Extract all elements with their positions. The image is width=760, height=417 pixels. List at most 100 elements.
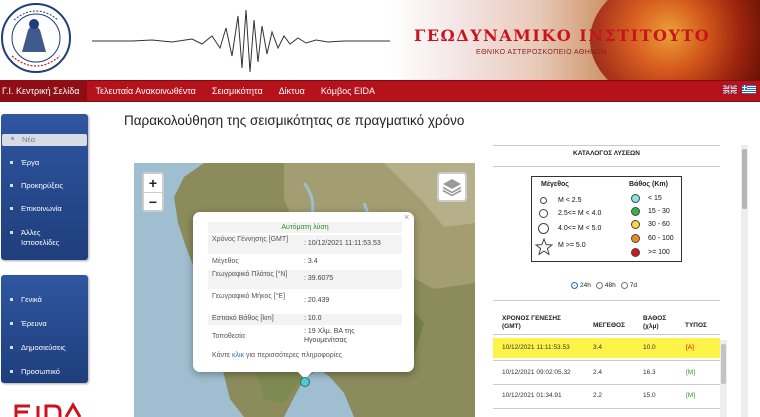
map-layers-button[interactable] [437, 172, 467, 202]
panel-scrollbar[interactable] [741, 145, 748, 417]
sidebar-item-news[interactable]: Νέα [2, 134, 87, 146]
popup-row-magnitude: Μέγεθος : 3.4 [208, 257, 402, 268]
sidebar-item-staff[interactable]: Προσωπικό [1, 367, 88, 377]
column-header-depth: ΒΑΘΟΣ (χλμ) [643, 315, 667, 330]
filter-24h[interactable]: 24h [571, 282, 591, 289]
cell-type: [M] [686, 369, 696, 376]
map-zoom-control: + − [142, 172, 164, 212]
popup-title: Αυτόματη λύση [208, 222, 402, 233]
popup-key: Χρόνος Γέννησης [GMT] [212, 236, 289, 243]
legend-depth-3: 30 - 60 [648, 221, 670, 228]
popup-value: : 20.439 [304, 297, 330, 304]
popup-key: Μέγεθος [212, 258, 239, 265]
popup-value: : 3.4 [304, 258, 318, 265]
panel-scrollbar-thumb[interactable] [742, 149, 747, 209]
radio-icon[interactable] [595, 282, 603, 289]
cell-depth: 16.3 [643, 369, 656, 376]
filter-label: 24h [580, 282, 591, 289]
magnitude-small-icon [540, 197, 547, 204]
more-info-link[interactable]: κλικ [232, 352, 244, 359]
star-icon [535, 238, 553, 256]
page-title: Παρακολούθηση της σεισμικότητας σε πραγμ… [124, 113, 465, 128]
popup-row-longitude: Γεωγραφικό Μήκος [°E] : 20.439 [208, 292, 402, 311]
radio-icon[interactable] [571, 282, 578, 289]
nav-latest-announcements[interactable]: Τελευταία Ανακοινωθέντα [87, 80, 203, 102]
legend-depth-5: >= 100 [648, 249, 670, 256]
sidebar-item-announcements[interactable]: Προκηρύξεις [1, 181, 88, 191]
observatory-seal-logo[interactable] [0, 0, 80, 80]
divider [493, 166, 720, 167]
depth-color-2 [631, 207, 640, 216]
popup-row-origin-time: Χρόνος Γέννησης [GMT] : 10/12/2021 11:11… [208, 235, 402, 254]
cell-depth: 10.0 [643, 344, 656, 351]
earthquake-marker[interactable] [300, 377, 310, 387]
depth-color-5 [631, 248, 640, 257]
sidebar-item-other-sites[interactable]: Άλλες Ιστοσελίδες [1, 228, 73, 248]
popup-row-latitude: Γεωγραφικό Πλάτος [°N] : 39.6075 [208, 270, 402, 289]
cell-type: [M] [686, 392, 696, 399]
table-row[interactable]: 10/12/2021 11:11:53.53 3.4 10.0 [A] [493, 338, 720, 358]
sidebar-item-publications[interactable]: Δημοσιεύσεις [1, 343, 88, 353]
cell-magnitude: 3.4 [593, 344, 603, 351]
sidebar-item-contact[interactable]: Επικοινωνία [1, 204, 88, 214]
cell-magnitude: 2.4 [593, 369, 603, 376]
legend-mag-2: 2.5<= M < 4.0 [558, 210, 602, 217]
nav-networks[interactable]: Δίκτυα [271, 80, 313, 102]
filter-7d[interactable]: 7d [620, 282, 637, 289]
column-header-type: ΤΥΠΟΣ [685, 322, 707, 329]
magnitude-medium-icon [539, 209, 548, 218]
more-suffix: για περισσότερες πληροφορίες [244, 352, 342, 359]
seismogram-graphic [92, 9, 392, 73]
magnitude-large-icon [538, 223, 549, 234]
nav-eida-node[interactable]: Κόμβος EIDA [313, 80, 383, 102]
popup-value: : 39.6075 [304, 275, 334, 282]
greek-flag-icon[interactable] [742, 85, 756, 94]
cell-time: 10/12/2021 01:34.91 [502, 392, 562, 399]
column-header-magnitude: ΜΕΓΕΘΟΣ [593, 322, 626, 329]
depth-color-3 [631, 220, 640, 229]
cell-time: 10/12/2021 09:02:05.32 [502, 369, 571, 376]
divider [493, 334, 720, 335]
top-navigation: Γ.Ι. Κεντρική Σελίδα Τελευταία Ανακοινωθ… [0, 80, 760, 102]
popup-value: : 10.0 [304, 315, 322, 322]
legend-depth-4: 60 - 100 [648, 235, 674, 242]
institute-title: ΓΕΩΔΥΝΑΜΙΚΟ ΙΝΣΤΙΤΟΥΤΟ [414, 26, 711, 45]
partial-logo-graphic [14, 402, 82, 417]
catalog-title: ΚΑΤΑΛΟΓΟΣ ΛΥΣΕΩΝ [573, 150, 640, 157]
nav-home[interactable]: Γ.Ι. Κεντρική Σελίδα [0, 80, 88, 102]
table-row[interactable]: 10/12/2021 09:02:05.32 2.4 16.3 [M] [493, 363, 720, 383]
popup-key: Γεωγραφικό Πλάτος [°N] [212, 271, 288, 278]
time-range-filter: 24h 48h 7d [571, 282, 637, 289]
legend-mag-1: M < 2.5 [558, 197, 582, 204]
popup-key: Τοποθεσία [212, 333, 245, 340]
sidebar-item-research[interactable]: Έρευνα [1, 319, 88, 329]
popup-row-depth: Εστιακό Βάθος [km] : 10.0 [208, 314, 402, 325]
site-header: ΓΕΩΔΥΝΑΜΙΚΟ ΙΝΣΤΙΤΟΥΤΟ ΕΘΝΙΚΟ ΑΣΤΕΡΟΣΚΟΠ… [0, 0, 760, 80]
popup-value: : 19 Χλμ. ΒΑ της Ηγουμενίτσας [304, 328, 355, 344]
legend-depth-heading: Βάθος (Km) [629, 181, 668, 188]
cell-magnitude: 2.2 [593, 392, 603, 399]
cell-time: 10/12/2021 11:11:53.53 [502, 344, 570, 351]
zoom-in-button[interactable]: + [144, 174, 162, 192]
institute-subtitle: ΕΘΝΙΚΟ ΑΣΤΕΡΟΣΚΟΠΕΙΟ ΑΘΗΝΩΝ [476, 49, 607, 56]
filter-48h[interactable]: 48h [595, 282, 616, 289]
legend-depth-2: 15 - 30 [648, 208, 670, 215]
table-row[interactable]: 10/12/2021 01:34.91 2.2 15.0 [M] [493, 386, 720, 406]
divider [493, 408, 720, 409]
sidebar-item-projects[interactable]: Έργα [1, 158, 88, 168]
sidebar-menu-secondary: Γενικά Έρευνα Δημοσιεύσεις Προσωπικό [1, 275, 88, 383]
nav-seismicity[interactable]: Σεισμικότητα [204, 80, 271, 102]
more-prefix: Κάντε [212, 352, 232, 359]
radio-icon[interactable] [620, 282, 628, 289]
table-scrollbar-thumb[interactable] [721, 344, 726, 384]
zoom-out-button[interactable]: − [144, 192, 162, 210]
uk-flag-icon[interactable] [723, 85, 737, 94]
cell-type: [A] [686, 344, 694, 351]
sidebar-item-general[interactable]: Γενικά [1, 295, 88, 305]
divider [493, 300, 720, 301]
popup-close-icon[interactable]: × [404, 212, 409, 222]
legend-depth-1: < 15 [648, 195, 662, 202]
table-scrollbar[interactable] [720, 340, 727, 417]
depth-color-4 [631, 234, 640, 243]
filter-label: 7d [629, 282, 637, 289]
